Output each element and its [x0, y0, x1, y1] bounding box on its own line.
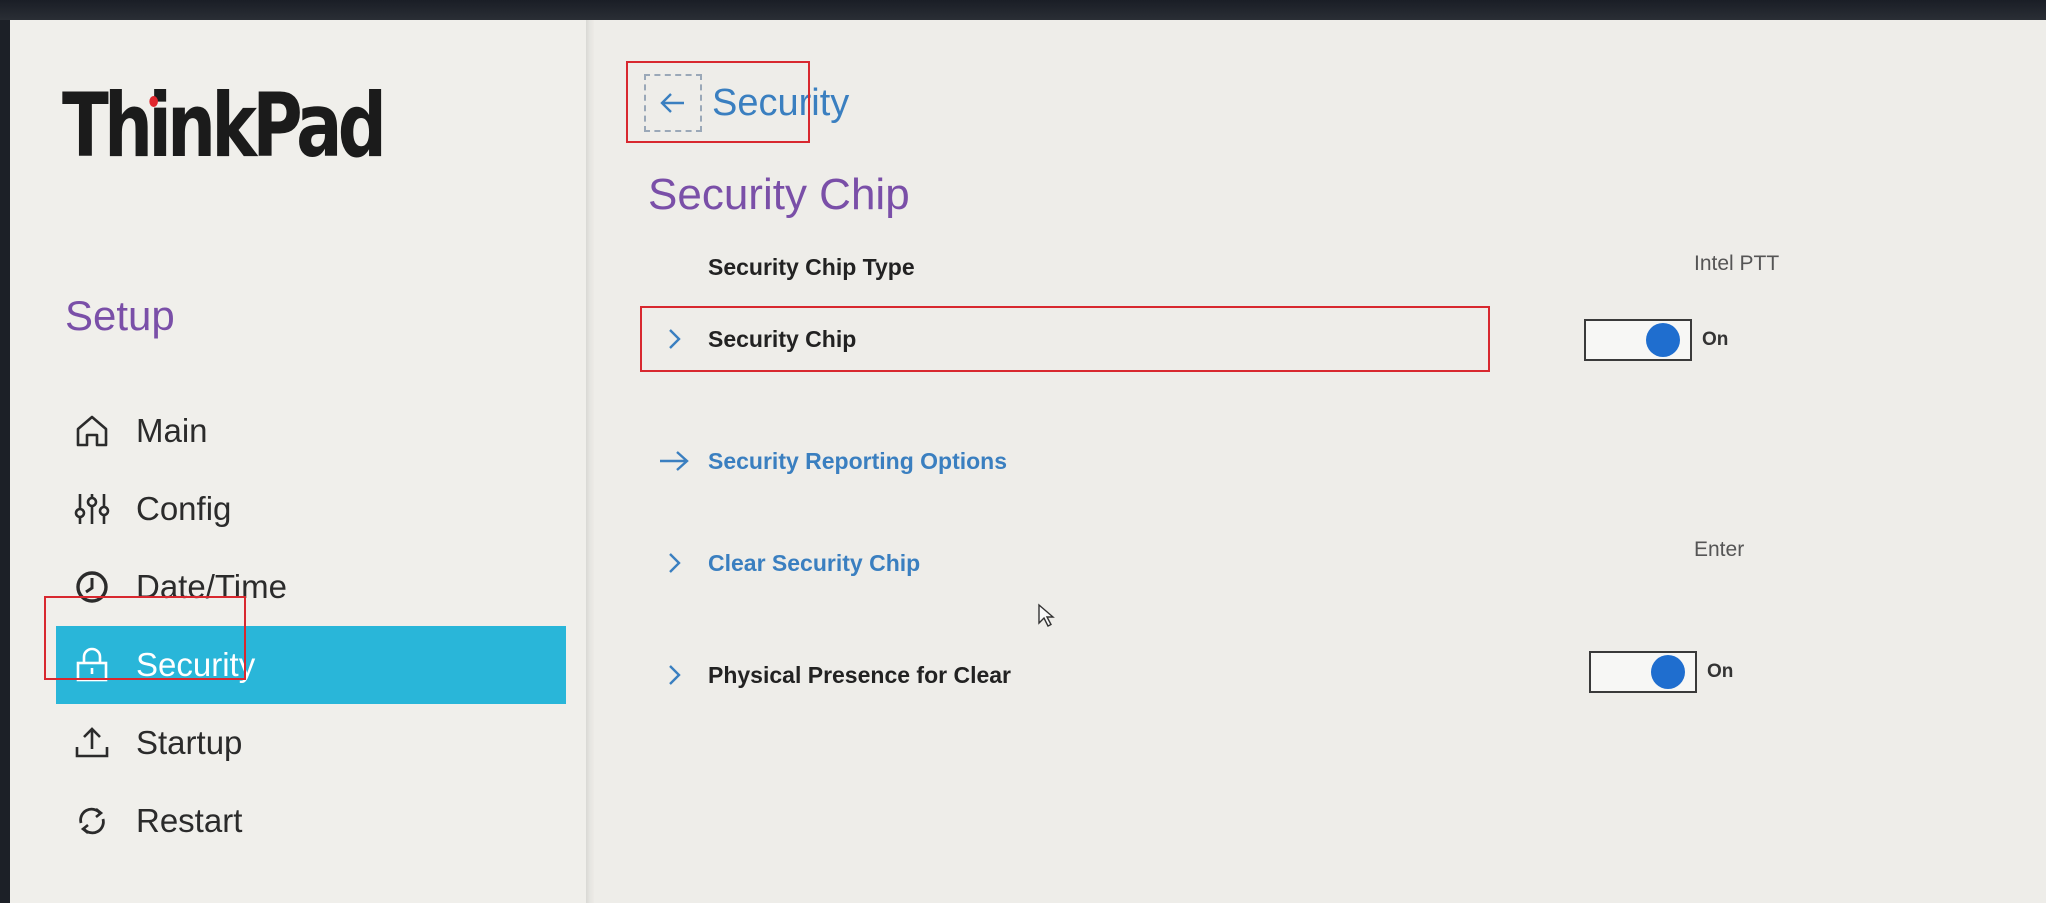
- back-button[interactable]: [644, 74, 702, 132]
- bios-screen: ThinkPad Setup Main Config Date/Time Sec…: [10, 20, 2046, 903]
- arrow-right-icon[interactable]: [654, 441, 694, 481]
- sidebar-divider: [586, 20, 594, 903]
- lock-icon: [70, 643, 114, 687]
- sidebar-item-label: Restart: [136, 802, 243, 839]
- logo-red-dot: [149, 96, 158, 107]
- sidebar-item-label: Security: [136, 646, 256, 683]
- breadcrumb: Security: [644, 74, 849, 132]
- sliders-icon: [70, 487, 114, 531]
- screen-bezel: [0, 0, 2046, 20]
- toggle-state: On: [1707, 661, 1734, 682]
- setting-label: Security Chip Type: [708, 253, 915, 280]
- clock-icon: [70, 565, 114, 609]
- sidebar-item-main[interactable]: Main: [10, 392, 570, 470]
- setting-label[interactable]: Security Reporting Options: [708, 448, 1007, 475]
- sidebar-item-security[interactable]: Security: [56, 626, 566, 704]
- sidebar: ThinkPad Setup Main Config Date/Time Sec…: [10, 20, 586, 903]
- security-chip-toggle[interactable]: On: [1584, 319, 1728, 361]
- sidebar-item-label: Date/Time: [136, 568, 287, 605]
- sidebar-item-datetime[interactable]: Date/Time: [10, 548, 570, 626]
- sidebar-item-label: Main: [136, 412, 208, 449]
- sidebar-item-restart[interactable]: Restart: [10, 782, 570, 860]
- page-title: Security Chip: [648, 170, 910, 219]
- chevron-right-icon[interactable]: [654, 655, 694, 695]
- sidebar-nav: Main Config Date/Time Security Startup R…: [10, 392, 570, 860]
- thinkpad-logo: ThinkPad: [62, 74, 387, 177]
- chevron-right-icon[interactable]: [654, 543, 694, 583]
- setting-label: Security Chip: [708, 325, 857, 352]
- toggle-state: On: [1702, 329, 1729, 350]
- toggle-knob: [1651, 655, 1685, 689]
- mouse-cursor-icon: [1037, 603, 1055, 634]
- toggle-track[interactable]: [1584, 319, 1692, 361]
- home-icon: [70, 409, 114, 453]
- setting-row-clear-chip[interactable]: Clear Security Chip Enter: [654, 538, 1794, 588]
- setting-value: Intel PTT: [1694, 252, 1780, 275]
- upload-icon: [70, 721, 114, 765]
- sidebar-item-config[interactable]: Config: [10, 470, 570, 548]
- setting-value[interactable]: Enter: [1694, 538, 1744, 562]
- arrow-left-icon: [660, 93, 684, 113]
- sidebar-item-startup[interactable]: Startup: [10, 704, 570, 782]
- setting-row-reporting-options[interactable]: Security Reporting Options: [654, 436, 1794, 486]
- setting-label: Physical Presence for Clear: [708, 661, 1011, 688]
- restart-icon: [70, 799, 114, 843]
- setting-label[interactable]: Clear Security Chip: [708, 550, 920, 577]
- toggle-track[interactable]: [1589, 651, 1697, 693]
- back-label[interactable]: Security: [712, 82, 849, 125]
- toggle-knob: [1646, 323, 1680, 357]
- chevron-right-icon[interactable]: [654, 319, 694, 359]
- sidebar-title: Setup: [65, 292, 175, 339]
- setting-row-chip-type: Security Chip Type Intel PTT: [654, 242, 1794, 292]
- physical-presence-toggle[interactable]: On: [1589, 651, 1733, 693]
- sidebar-item-label: Config: [136, 490, 232, 527]
- sidebar-item-label: Startup: [136, 724, 243, 761]
- main-content: Security Security Chip Security Chip Typ…: [594, 20, 2046, 903]
